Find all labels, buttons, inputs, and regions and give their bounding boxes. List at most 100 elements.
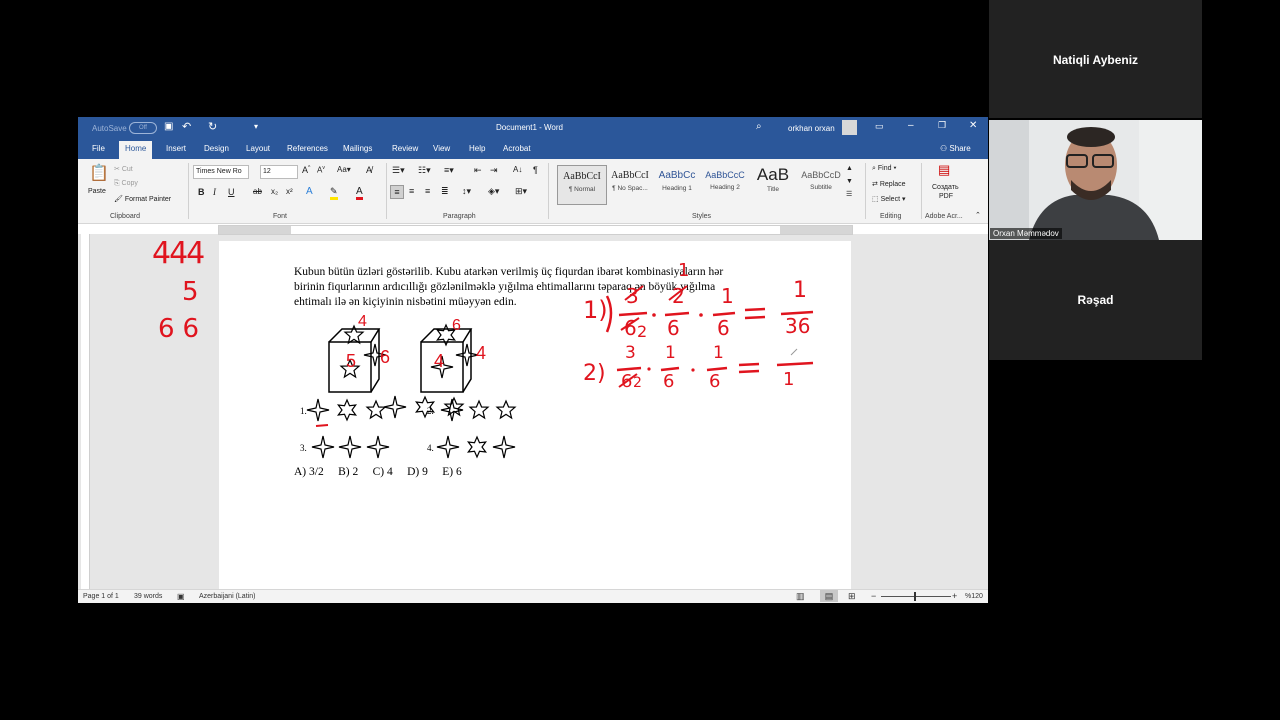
strikethrough-button[interactable]: ab	[253, 187, 262, 196]
replace-button[interactable]: ⇄ Replace	[872, 180, 906, 188]
style-heading-2[interactable]: AaBbCcC Heading 2	[701, 165, 749, 203]
select-button[interactable]: ⬚ Select ▾	[872, 195, 906, 203]
ruler-ticks	[219, 226, 852, 234]
print-layout-icon[interactable]: ▤	[820, 590, 838, 602]
line-spacing-icon[interactable]: ↕▾	[462, 186, 471, 197]
read-mode-icon[interactable]: ▥	[796, 591, 805, 602]
text-effects-icon[interactable]: A	[306, 186, 313, 197]
format-painter-button[interactable]: 🖌 Format Painter	[114, 195, 171, 203]
styles-scroll-up-icon[interactable]: ▲	[846, 165, 853, 172]
change-case-icon[interactable]: Aa▾	[337, 165, 351, 174]
save-icon[interactable]: ▣	[164, 121, 173, 132]
multilevel-list-icon[interactable]: ≡▾	[444, 165, 454, 176]
tab-mailings[interactable]: Mailings	[343, 144, 372, 153]
share-icon: ⚇	[940, 144, 950, 153]
document-title: Document1 - Word	[496, 123, 563, 132]
decrease-indent-icon[interactable]: ⇤	[474, 165, 482, 176]
grow-font-icon[interactable]: A^	[302, 165, 310, 175]
undo-icon[interactable]: ↶	[182, 120, 191, 133]
collapse-ribbon-icon[interactable]: ⌃	[975, 211, 981, 219]
zoom-slider-thumb[interactable]	[914, 592, 916, 601]
tab-home[interactable]: Home	[119, 141, 153, 159]
participant-name: Natiqli Aybeniz	[1052, 53, 1139, 67]
font-size-select[interactable]: 12	[260, 165, 298, 179]
paste-button[interactable]: Paste	[88, 188, 106, 195]
cube-annotation-1: 4	[358, 313, 367, 330]
proofing-icon[interactable]: ▣	[177, 592, 185, 601]
zoom-in-icon[interactable]: +	[952, 591, 957, 601]
autosave-toggle[interactable]: Off	[129, 122, 157, 134]
cut-button[interactable]: ✂ Cut	[114, 165, 133, 173]
zoom-level[interactable]: %120	[965, 593, 983, 600]
tab-file[interactable]: File	[92, 144, 105, 153]
tab-insert[interactable]: Insert	[166, 144, 186, 153]
tab-acrobat[interactable]: Acrobat	[503, 144, 531, 153]
tab-view[interactable]: View	[433, 144, 450, 153]
align-center-icon[interactable]: ≡	[409, 186, 414, 196]
shrink-font-icon[interactable]: Av	[317, 165, 325, 175]
style-sample: AaBbCcD	[801, 170, 841, 180]
style-name: Heading 1	[662, 185, 692, 192]
show-formatting-icon[interactable]: ¶	[533, 165, 538, 175]
cut-label: Cut	[121, 166, 133, 173]
style-sample: AaBbCcI	[611, 170, 649, 181]
increase-indent-icon[interactable]: ⇥	[490, 165, 498, 176]
user-name[interactable]: orkhan orxan	[788, 124, 835, 133]
style-title[interactable]: AaB Title	[749, 165, 797, 203]
create-pdf-label-1[interactable]: Создать	[932, 184, 959, 191]
tab-review[interactable]: Review	[392, 144, 418, 153]
justify-icon[interactable]: ≣	[441, 186, 449, 197]
style-subtitle[interactable]: AaBbCcD Subtitle	[797, 165, 845, 203]
borders-icon[interactable]: ⊞▾	[515, 186, 527, 197]
minimize-icon[interactable]: –	[908, 120, 914, 131]
shading-icon[interactable]: ◈▾	[488, 186, 499, 197]
find-button[interactable]: ⌕ Find ▾	[872, 165, 896, 173]
find-label: Find	[877, 165, 892, 172]
subscript-button[interactable]: x₂	[271, 187, 278, 196]
align-right-icon[interactable]: ≡	[425, 186, 430, 196]
styles-scroll-down-icon[interactable]: ▼	[846, 178, 853, 185]
numbering-icon[interactable]: ☷▾	[418, 165, 431, 176]
tab-help[interactable]: Help	[469, 144, 485, 153]
tab-layout[interactable]: Layout	[246, 144, 270, 153]
underline-button[interactable]: U	[228, 187, 235, 197]
paste-icon[interactable]: 📋	[89, 163, 109, 183]
font-name-select[interactable]: Times New Ro	[193, 165, 249, 179]
search-icon[interactable]: ⌕	[756, 121, 762, 132]
handwriting-count-2: 5	[182, 277, 199, 307]
share-button[interactable]: ⚇ Share	[940, 144, 971, 153]
highlight-icon[interactable]: ✎	[330, 186, 338, 200]
italic-button[interactable]: I	[213, 187, 216, 197]
create-pdf-icon[interactable]: ▤	[938, 162, 950, 178]
sort-icon[interactable]: A↓	[513, 165, 522, 174]
zoom-out-icon[interactable]: −	[871, 591, 876, 601]
tab-references[interactable]: References	[287, 144, 328, 153]
create-pdf-label-2[interactable]: PDF	[939, 193, 953, 200]
avatar[interactable]	[842, 120, 857, 135]
zoom-slider[interactable]	[881, 596, 951, 597]
customize-qat-icon[interactable]: ▾	[254, 122, 258, 131]
close-icon[interactable]: ✕	[969, 120, 977, 131]
redo-icon[interactable]: ↻	[208, 120, 217, 133]
page-count[interactable]: Page 1 of 1	[83, 593, 119, 600]
clear-format-icon[interactable]: A̸	[366, 165, 372, 175]
ribbon-display-icon[interactable]: ▭	[875, 121, 884, 132]
style-no-spacing[interactable]: AaBbCcI ¶ No Spac...	[606, 165, 654, 203]
font-color-icon[interactable]: A	[356, 186, 363, 200]
adobe-group-label: Adobe Acr...	[925, 213, 963, 220]
web-layout-icon[interactable]: ⊞	[848, 591, 856, 602]
superscript-button[interactable]: x²	[286, 187, 293, 196]
style-heading-1[interactable]: AaBbCc Heading 1	[653, 165, 701, 203]
copy-label: Copy	[121, 180, 138, 187]
cube-2	[420, 324, 479, 393]
word-count[interactable]: 39 words	[134, 593, 162, 600]
restore-icon[interactable]: ❐	[938, 120, 946, 131]
styles-more-icon[interactable]: ☰	[846, 190, 852, 198]
bullets-icon[interactable]: ☰▾	[392, 165, 405, 176]
language[interactable]: Azerbaijani (Latin)	[199, 593, 255, 600]
tab-design[interactable]: Design	[204, 144, 229, 153]
align-left-icon[interactable]: ≡	[390, 185, 404, 199]
bold-button[interactable]: B	[198, 187, 205, 197]
style-normal[interactable]: AaBbCcI ¶ Normal	[557, 165, 607, 205]
copy-button[interactable]: ⎘ Copy	[114, 180, 138, 188]
